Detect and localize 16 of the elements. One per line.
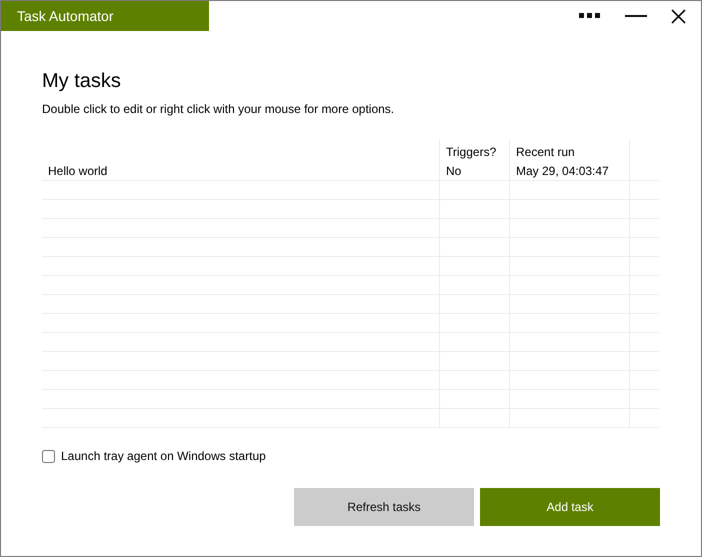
instruction-text: Double click to edit or right click with your mouse for more options.	[42, 101, 396, 117]
task-name-cell: Hello world	[48, 164, 108, 178]
window-title: Task Automator	[1, 1, 209, 31]
minimize-icon[interactable]	[625, 14, 647, 18]
checkbox-label: Launch tray agent on Windows startup	[61, 449, 266, 463]
page-heading: My tasks	[42, 69, 122, 93]
startup-checkbox[interactable]	[42, 450, 55, 462]
column-header[interactable]: Recent run	[516, 145, 575, 159]
refresh-button[interactable]: Refresh tasks	[294, 488, 474, 526]
add-button[interactable]: Add task	[480, 488, 660, 526]
column-header[interactable]: Triggers?	[446, 145, 496, 159]
close-icon[interactable]	[671, 8, 686, 24]
table-cell: May 29, 04:03:47	[516, 164, 609, 178]
table-row[interactable]: Hello world No May 29, 04:03:47	[42, 162, 659, 181]
table-cell: No	[446, 164, 462, 178]
more-icon[interactable]	[579, 12, 601, 20]
